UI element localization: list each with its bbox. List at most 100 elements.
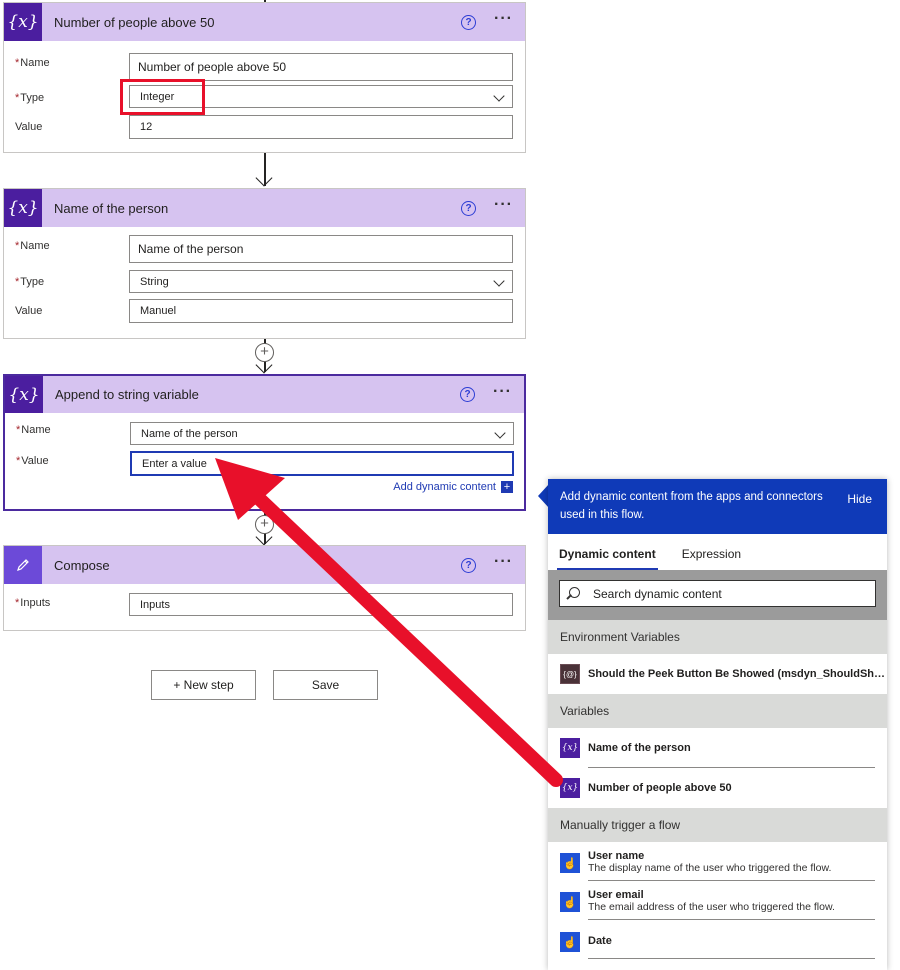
label-text: Inputs [20,597,51,609]
add-dynamic-content-link[interactable]: Add dynamic content + [393,481,513,493]
name-field[interactable]: Number of people above 50 [129,53,513,81]
help-icon[interactable]: ? [461,14,477,30]
card-title[interactable]: Name of the person [54,201,461,216]
inputs-field[interactable]: Inputs [129,593,513,616]
chevron-down-icon[interactable] [493,90,505,102]
search-input[interactable]: Search dynamic content [559,580,876,607]
type-row: *Type String [4,270,525,298]
name-row: *Name Name of the person [5,422,524,450]
inputs-row: *Inputs Inputs [4,593,525,621]
card-header[interactable]: {x} Append to string variable ? ··· [5,376,524,413]
list-item-text: User name The display name of the user w… [588,850,831,875]
type-label: *Type [15,92,44,104]
label-text: Name [20,57,50,69]
variable-icon: {x} [4,189,42,227]
search-icon [569,586,580,598]
list-item-label: Should the Peek Button Be Showed (msdyn_… [588,668,887,680]
type-value: String [140,275,169,288]
help-icon[interactable]: ? [460,387,476,402]
required-mark: * [15,92,20,104]
dynamic-content-panel: Add dynamic content from the apps and co… [548,479,887,970]
more-options-icon[interactable]: ··· [494,11,513,30]
list-item-label: Name of the person [588,742,691,754]
list-item-trigger-output[interactable]: ☝ User email The email address of the us… [548,881,887,920]
list-item-variable[interactable]: {x} Number of people above 50 [548,768,887,808]
chevron-down-icon[interactable] [493,275,505,287]
hand-pointer-icon: ☝ [560,932,580,952]
list-item-title: User email [588,889,644,901]
section-environment-variables[interactable]: Environment Variables [548,620,887,654]
card-title[interactable]: Compose [54,558,461,573]
list-item-trigger-output[interactable]: ☝ User name The display name of the user… [548,842,887,881]
help-icon[interactable]: ? [461,557,477,573]
variable-icon: {x} [560,738,580,758]
plus-icon[interactable]: + [501,481,513,493]
required-mark: * [15,240,20,252]
label-text: Type [20,92,45,104]
value-field[interactable]: Manuel [129,299,513,323]
more-options-icon[interactable]: ··· [494,554,513,573]
hide-button[interactable]: Hide [847,490,872,508]
search-area: Search dynamic content [548,570,887,620]
type-label: *Type [15,276,44,288]
required-mark: * [15,597,20,609]
name-field[interactable]: Name of the person [129,235,513,263]
list-item-variable[interactable]: {x} Name of the person [548,728,887,768]
name-label: *Name [15,240,50,252]
type-dropdown[interactable]: String [129,270,513,293]
type-row: *Type Integer [4,85,525,113]
chevron-down-icon[interactable] [494,427,506,439]
panel-banner-text: Add dynamic content from the apps and co… [560,491,823,521]
value-row: *Value Enter a value [5,451,524,479]
list-item-title: User name [588,850,645,862]
arrow-down-icon [255,169,273,187]
value-row: Value 12 [4,115,525,143]
variable-icon: {x} [5,376,43,413]
value-label: Value [15,121,43,133]
card-header[interactable]: Compose ? ··· [4,546,525,584]
list-item-description: The display name of the user who trigger… [588,862,832,874]
card-append-to-string-variable: {x} Append to string variable ? ··· *Nam… [3,374,526,511]
list-item-trigger-output[interactable]: ☝ Date [548,920,887,959]
new-step-button[interactable]: + New step [151,670,256,700]
list-item-env-variable[interactable]: {@} Should the Peek Button Be Showed (ms… [548,654,887,694]
compose-glyph-icon [17,559,29,571]
card-title[interactable]: Number of people above 50 [54,15,461,30]
annotation-arrow-shaft [243,483,563,787]
required-mark: * [15,276,20,288]
list-item-description: The email address of the user who trigge… [588,901,835,913]
card-title[interactable]: Append to string variable [55,387,460,402]
inputs-label: *Inputs [15,597,50,609]
add-dynamic-content-text: Add dynamic content [393,481,496,493]
label-text: Name [20,240,50,252]
required-mark: * [16,455,21,467]
panel-banner: Add dynamic content from the apps and co… [548,479,887,534]
card-header[interactable]: {x} Number of people above 50 ? ··· [4,3,525,41]
more-options-icon[interactable]: ··· [494,197,513,216]
compose-icon [4,546,42,584]
tab-dynamic-content[interactable]: Dynamic content [557,547,658,570]
label-text: Name [21,424,51,436]
panel-tabs: Dynamic content Expression [548,534,887,570]
value-field[interactable]: 12 [129,115,513,139]
name-label: *Name [16,424,51,436]
card-header[interactable]: {x} Name of the person ? ··· [4,189,525,227]
hand-pointer-icon: ☝ [560,853,580,873]
name-dropdown[interactable]: Name of the person [130,422,514,445]
card-name-of-the-person: {x} Name of the person ? ··· *Name Name … [3,188,526,339]
section-manual-trigger[interactable]: Manually trigger a flow [548,808,887,842]
annotation-highlight-box [120,79,205,115]
list-item-text: User email The email address of the user… [588,889,835,914]
list-item-label: Number of people above 50 [588,782,732,794]
save-button[interactable]: Save [273,670,378,700]
variable-icon: {x} [4,3,42,41]
tab-expression[interactable]: Expression [680,547,743,570]
section-variables[interactable]: Variables [548,694,887,728]
more-options-icon[interactable]: ··· [493,383,512,403]
search-placeholder: Search dynamic content [593,586,722,601]
value-input[interactable]: Enter a value [130,451,514,476]
hand-pointer-icon: ☝ [560,892,580,912]
name-row: *Name Number of people above 50 [4,53,525,81]
help-icon[interactable]: ? [461,200,477,216]
required-mark: * [15,57,20,69]
